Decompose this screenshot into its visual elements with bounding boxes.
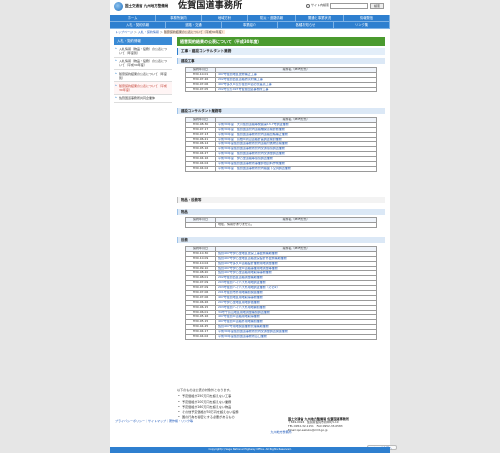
note-item: その他予定価格が50万円を超えない役務 (177, 410, 385, 414)
contract-pdf-link[interactable]: 202号及び497号佐賀国道事務所工事 (215, 86, 377, 93)
table-row: H30.04.02 平成30年度佐賀国道事務所窓口業務 (185, 334, 377, 340)
nav-projects[interactable]: 事業紹介 (222, 22, 278, 29)
notes-intro: 以下のものは公表の対象外となります。 (177, 388, 233, 392)
nav-home[interactable]: ホーム (110, 15, 156, 22)
table-row: 現在、情報がありません。 (185, 221, 377, 228)
mlit-logo-icon[interactable] (114, 2, 123, 11)
notes: 以下のものは公表の対象外となります。 予定価格が250万円を超えない工事予定価格… (177, 388, 385, 420)
breadcrumb-current: 随意契約結果の公表について（平成30年度） (163, 30, 225, 34)
table-row: H30.04.02 平成30年度 佐賀国道事務所管内路面下空洞調査業務 (185, 165, 377, 172)
category-heading-yakumu: 役務 (177, 237, 385, 243)
contract-date: H30.07.05 (185, 86, 216, 93)
footer-links[interactable]: プライバシーポリシー｜サイトマップ｜著作権・リンク等 (115, 419, 193, 424)
page: 国土交通省 九州地方整備局 佐賀国道事務所 サイト内検索 検索 ホーム 事務所案… (110, 0, 397, 453)
nav-bid[interactable]: 入札・契約情報 (110, 22, 166, 29)
nav-info[interactable]: 情報発信 (344, 15, 390, 22)
yakumu-table: 契約年月日 案件名（PDF形式） H30.10.30 佐賀497号伊万里地区改良工事監… (185, 246, 377, 340)
nav-traffic[interactable]: 道路・交通 (166, 22, 222, 29)
sidebar-item-private-h30[interactable]: 随意契約結果の公表について（平成30年度） (114, 82, 172, 95)
search-icon (306, 4, 310, 8)
search-input[interactable] (330, 3, 368, 9)
footer-email[interactable]: Email:qsr-sakuko@mlit.go.jp (288, 428, 388, 433)
breadcrumb-bid[interactable]: 入札・契約情報 (138, 30, 159, 34)
breadcrumb-home[interactable]: トップページ (115, 30, 133, 34)
nav-policy[interactable]: 地域方針 (202, 15, 248, 22)
site-title[interactable]: 佐賀国道事務所 (178, 1, 242, 13)
notes-list: 予定価格が250万円を超えない工事予定価格が100万円を超えない業務予定価格が1… (177, 394, 385, 419)
category-heading-consul: 建設コンサルタント業務等 (177, 108, 385, 114)
no-info-note: 現在、情報がありません。 (215, 221, 377, 228)
main-content: 随意契約結果の公表について（平成30年度） 工事・建設コンサルタント業務 建設工… (177, 37, 397, 450)
global-nav: ホーム 事務所案内 地域方針 防災・道路情報 開通と事業状況 情報発信 入札・契… (110, 15, 390, 29)
sidebar-item-private-yearly[interactable]: 随意契約結果の公表について（年度別） (114, 70, 172, 83)
search-button[interactable]: 検索 (370, 3, 384, 9)
category-heading-buppin-yakumu: 物品・役務等 (177, 197, 385, 203)
nav-opening[interactable]: 開通と事業状況 (296, 15, 344, 22)
table-row: H30.07.05 202号及び497号佐賀国道事務所工事 (185, 86, 377, 93)
site-search: サイト内検索 検索 (306, 3, 386, 13)
search-label: サイト内検索 (311, 3, 330, 7)
footer-address: 国土交通省 九州地方整備局 佐賀国道事務所 〒849-0924 佐賀県佐賀市新中… (288, 417, 388, 433)
buppin-table: 契約年月日 案件名（PDF形式） 現在、情報がありません。 (185, 217, 377, 228)
nav-office[interactable]: 事務所案内 (156, 15, 202, 22)
nav-disaster[interactable]: 防災・道路情報 (248, 15, 296, 22)
contract-pdf-link[interactable]: 平成30年度 佐賀国道事務所管内路面下空洞調査業務 (215, 165, 377, 172)
kouji-table: 契約年月日 案件名（PDF形式） H30.10.01 497号佐賀地区改修補正工事 H3… (185, 67, 377, 93)
copyright: Copyright(c) Saga National Highway Offic… (110, 447, 390, 453)
contract-date (185, 221, 216, 228)
category-heading-buppin: 物品 (177, 209, 385, 215)
sidebar-item-bid-h30[interactable]: 入札情報（物品・役務）の公表について（平成30年度） (114, 58, 172, 70)
contract-pdf-link[interactable]: 平成30年度佐賀国道事務所窓口業務 (215, 334, 377, 340)
org-name: 国土交通省 九州地方整備局 (125, 4, 169, 8)
nav-links[interactable]: リンク集 (334, 22, 390, 29)
page-title: 随意契約結果の公表について（平成30年度） (177, 37, 385, 46)
contract-date: H30.04.02 (185, 334, 216, 340)
sidebar: 入札・契約情報 入札情報（物品・役務）の公表について（年度別） 入札情報（物品・… (114, 37, 172, 103)
category-heading-kouji: 建設工事 (177, 58, 385, 64)
sidebar-heading[interactable]: 入札・契約情報 (114, 37, 172, 46)
note-item: 予定価格が250万円を超えない工事 (177, 394, 385, 398)
note-item: 予定価格が160万円を超えない物品 (177, 405, 385, 409)
breadcrumb: トップページ ＞ 入札・契約情報 ＞ 随意契約結果の公表について（平成30年度） (115, 30, 225, 35)
note-item: 予定価格が100万円を超えない業務 (177, 400, 385, 404)
sidebar-item-bid-yearly[interactable]: 入札情報（物品・役務）の公表について（年度別） (114, 45, 172, 58)
nav-notices[interactable]: 各種お知らせ (278, 22, 334, 29)
consul-table: 契約年月日 案件名（PDF形式） H30.08.30 平成30年度 大川佐賀道路等発掘… (185, 117, 377, 172)
section-title: 工事・建設コンサルタント業務 (177, 48, 385, 55)
contract-date: H30.04.02 (185, 165, 216, 172)
sidebar-item-jv[interactable]: 佐賀国道事務所共同企業体 (114, 95, 172, 103)
